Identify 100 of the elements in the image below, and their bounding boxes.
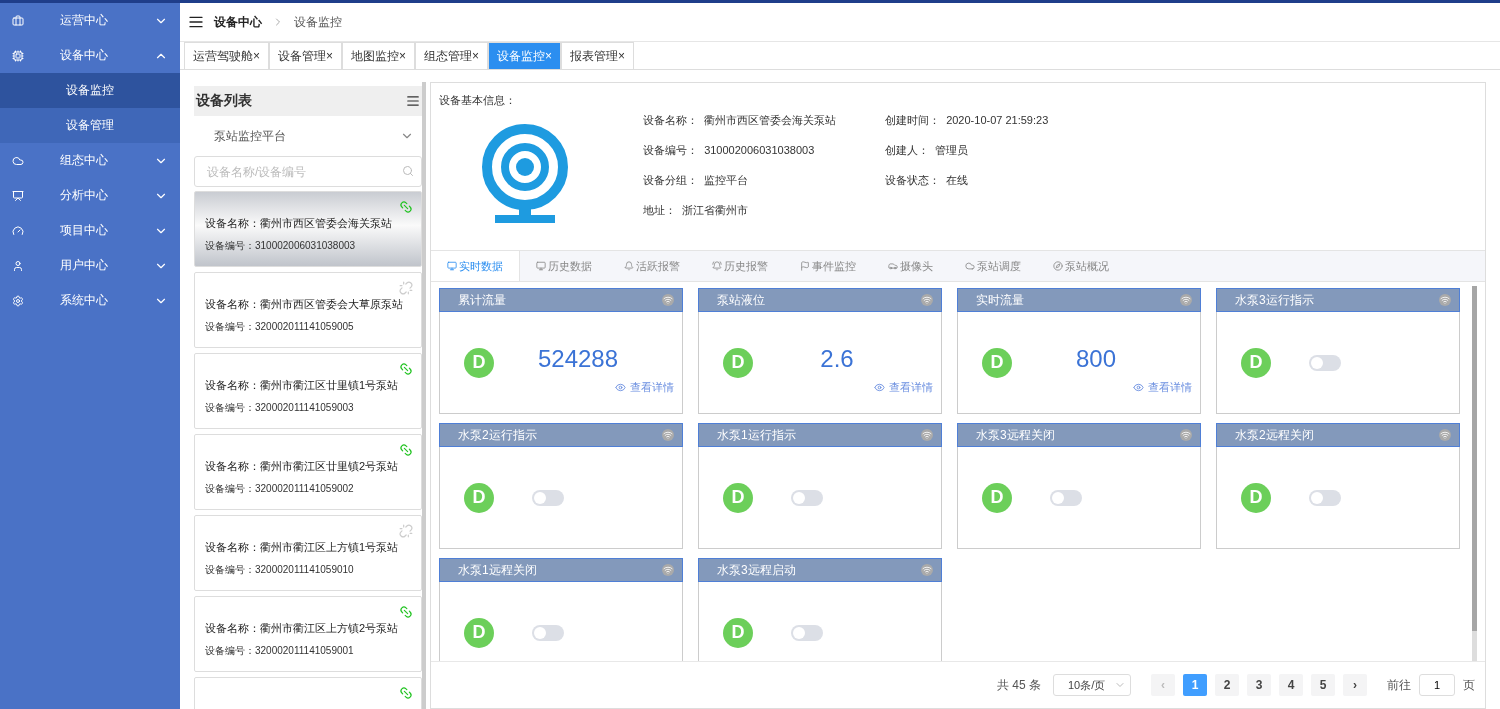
scrollbar-thumb[interactable] <box>1472 286 1477 631</box>
device-card[interactable]: 设备名称：衢州市西区管委会海关泵站 设备编号：310002006031038003 <box>194 191 422 267</box>
section-title: 设备基本信息： <box>439 93 516 108</box>
page-tab[interactable]: 组态管理× <box>415 42 489 69</box>
next-page-button[interactable]: › <box>1343 674 1367 696</box>
info-field: 创建时间： 2020-10-07 21:59:23 <box>885 113 1085 128</box>
device-name: 设备名称：衢州市衢江区廿里镇2号泵站 <box>205 459 400 474</box>
device-name: 设备名称：衢州市衢江区廿里镇1号泵站 <box>205 378 400 393</box>
info-field: 设备分组： 监控平台 <box>643 173 885 188</box>
device-card[interactable]: 设备名称：衢州市衢江区廿里镇2号泵站 设备编号：320002011141059002 <box>194 434 422 510</box>
page-button[interactable]: 5 <box>1311 674 1335 696</box>
list-title: 设备列表 <box>196 92 252 110</box>
info-field: 设备名称： 衢州市西区管委会海关泵站 <box>643 113 885 128</box>
device-badge: D <box>982 347 1012 378</box>
device-name: 设备名称：衢州市西区管委会海关泵站 <box>205 216 393 231</box>
cloud-icon <box>965 261 975 271</box>
data-tab[interactable]: 泵站调度 <box>949 251 1037 281</box>
wifi-icon <box>921 429 933 441</box>
page-button[interactable]: 2 <box>1215 674 1239 696</box>
gauge-icon <box>12 224 24 237</box>
sidebar-subitem[interactable]: 设备监控 <box>0 73 180 108</box>
view-details-link[interactable]: 查看详情 <box>874 380 933 395</box>
page-tab[interactable]: 运营驾驶舱× <box>184 42 269 69</box>
device-badge: D <box>723 482 753 513</box>
page-tab[interactable]: 报表管理× <box>561 42 635 69</box>
device-code: 设备编号：310002006031038003 <box>205 239 357 253</box>
car-icon <box>888 261 898 271</box>
data-tab[interactable]: 实时数据 <box>431 251 520 281</box>
device-card[interactable]: 设备名称：衢州市衢江区上方镇2号泵站 设备编号：320002011141059001 <box>194 596 422 672</box>
device-card[interactable]: 设备名称：衢州市衢江区廿里镇1号泵站 设备编号：320002011141059003 <box>194 353 422 429</box>
widget-title: 泵站液位 <box>717 291 765 309</box>
data-tab[interactable]: 泵站概况 <box>1037 251 1125 281</box>
sidebar-item[interactable]: 分析中心 <box>0 178 180 213</box>
total-count: 共 45 条 <box>997 676 1041 694</box>
page-tab[interactable]: 设备管理× <box>269 42 343 69</box>
device-code: 设备编号：320002011141059002 <box>205 482 355 496</box>
menu-icon[interactable] <box>188 14 204 30</box>
bell-icon <box>624 261 634 271</box>
widget-title: 累计流量 <box>458 291 506 309</box>
eye-icon <box>1133 382 1144 393</box>
widget-title: 水泵3远程启动 <box>717 561 796 579</box>
page-size-select[interactable]: 10条/页 <box>1053 674 1131 696</box>
info-field: 创建人： 管理员 <box>885 143 1085 158</box>
toggle-switch[interactable] <box>791 624 823 641</box>
widget-title: 水泵3运行指示 <box>1235 291 1314 309</box>
toggle-switch[interactable] <box>1050 489 1082 506</box>
page-button[interactable]: 3 <box>1247 674 1271 696</box>
wifi-icon <box>1439 294 1451 306</box>
device-card[interactable]: 设备名称：衢州市西区管委会大草原泵站 设备编号：320002011141059005 <box>194 272 422 348</box>
sidebar-item[interactable]: 系统中心 <box>0 283 180 318</box>
widget-title: 水泵3远程关闭 <box>976 426 1055 444</box>
compass-icon <box>1053 261 1063 271</box>
briefcase-icon <box>12 14 24 27</box>
goto-label: 前往 <box>1387 676 1411 694</box>
device-badge: D <box>464 347 494 378</box>
data-tab[interactable]: 摄像头 <box>872 251 949 281</box>
sidebar-item[interactable]: 设备中心 <box>0 38 180 73</box>
toggle-switch[interactable] <box>1309 489 1341 506</box>
sidebar-item[interactable]: 运营中心 <box>0 3 180 38</box>
broken-link-icon <box>399 281 413 295</box>
presentation-board-icon <box>12 189 24 202</box>
device-badge: D <box>464 482 494 513</box>
data-tab[interactable]: 历史数据 <box>520 251 608 281</box>
widget-title: 水泵1运行指示 <box>717 426 796 444</box>
data-tab[interactable]: 活跃报警 <box>608 251 696 281</box>
wifi-icon <box>1180 429 1192 441</box>
breadcrumb-item[interactable]: 设备中心 <box>214 13 262 31</box>
sidebar-item[interactable]: 用户中心 <box>0 248 180 283</box>
widget-value: 524288 <box>536 344 620 373</box>
page-tab[interactable]: 设备监控× <box>488 42 562 69</box>
sidebar-subitem[interactable]: 设备管理 <box>0 108 180 143</box>
view-details-link[interactable]: 查看详情 <box>1133 380 1192 395</box>
toggle-switch[interactable] <box>1309 354 1341 371</box>
wifi-icon <box>1180 294 1192 306</box>
sidebar-item[interactable]: 组态中心 <box>0 143 180 178</box>
data-tab[interactable]: 历史报警 <box>696 251 784 281</box>
toggle-switch[interactable] <box>791 489 823 506</box>
device-code: 设备编号：320002011141059001 <box>205 644 355 658</box>
page-tab[interactable]: 地图监控× <box>342 42 416 69</box>
widget-value: 800 <box>1074 344 1117 373</box>
chip-icon <box>12 49 24 62</box>
device-name: 设备名称：衢州市西区管委会大草原泵站 <box>205 297 404 312</box>
device-card[interactable]: 设备名称：衢州市衢江区上方镇1号泵站 设备编号：320002011141059010 <box>194 515 422 591</box>
user-icon <box>12 259 24 272</box>
page-button[interactable]: 4 <box>1279 674 1303 696</box>
toggle-switch[interactable] <box>532 489 564 506</box>
sidebar-item[interactable]: 项目中心 <box>0 213 180 248</box>
toggle-switch[interactable] <box>532 624 564 641</box>
data-tab[interactable]: 事件监控 <box>784 251 872 281</box>
goto-page-field[interactable]: 1 <box>1419 674 1455 696</box>
view-details-link[interactable]: 查看详情 <box>615 380 674 395</box>
device-code: 设备编号：320002011141059005 <box>205 320 355 334</box>
bell-icon <box>712 261 722 271</box>
wifi-icon <box>662 294 674 306</box>
group-select[interactable]: 泵站监控平台 <box>194 120 422 152</box>
page-button[interactable]: 1 <box>1183 674 1207 696</box>
settings-icon <box>12 294 24 307</box>
info-field: 地址： 浙江省衢州市 <box>643 203 885 218</box>
search-field[interactable]: 设备名称/设备编号 <box>194 156 422 187</box>
device-badge: D <box>723 347 753 378</box>
